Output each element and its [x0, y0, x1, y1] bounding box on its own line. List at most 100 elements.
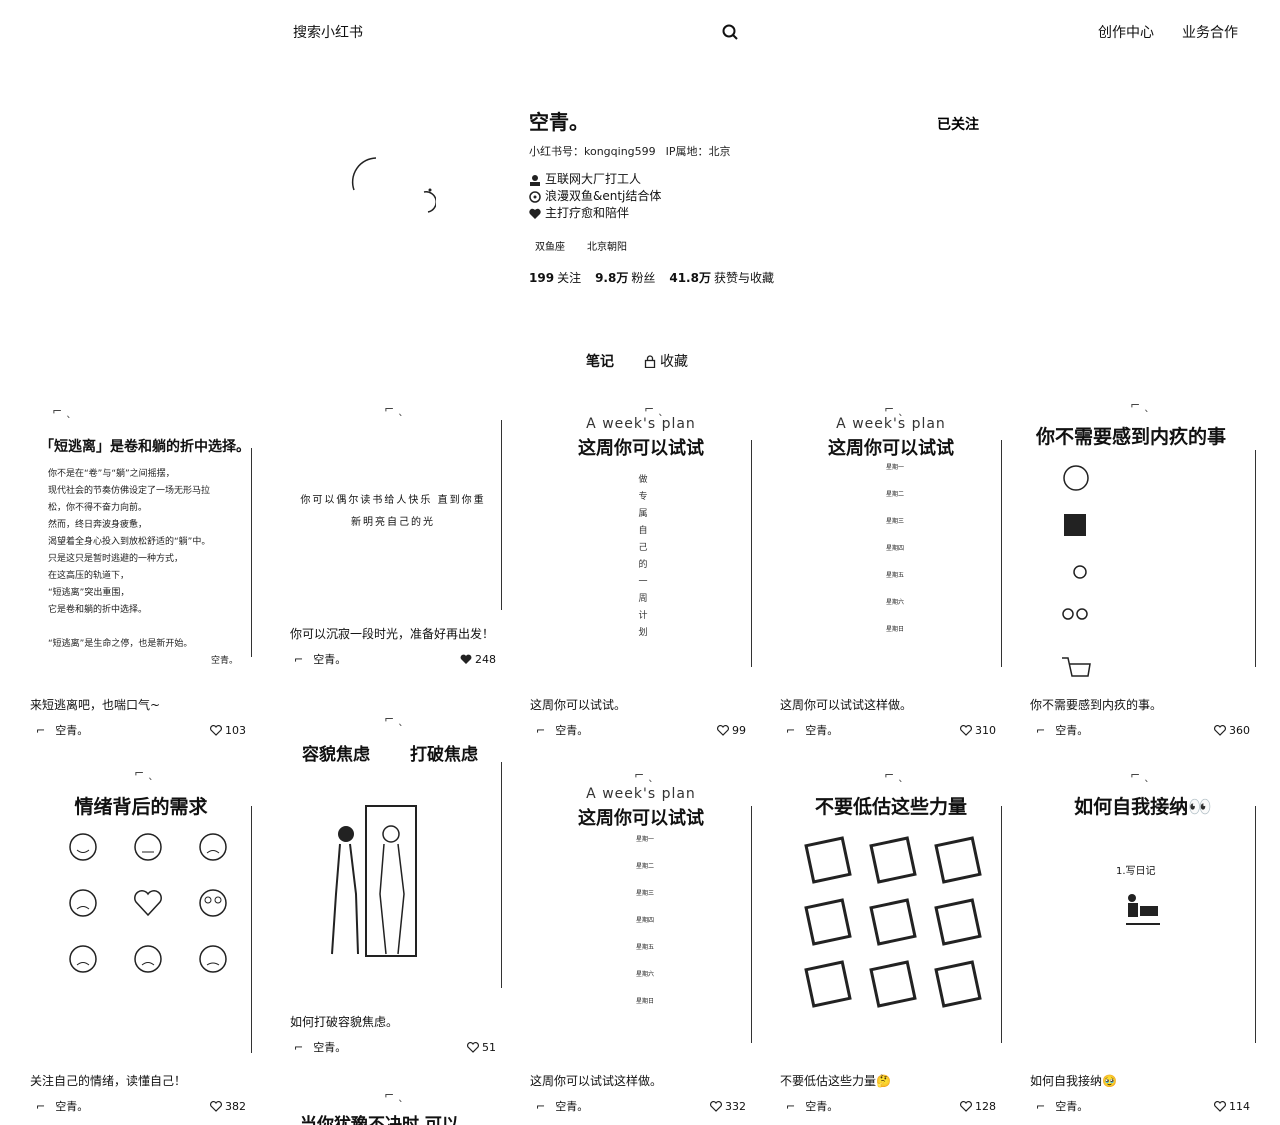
profile-id: 小红书号：kongqing599: [529, 145, 656, 158]
note-card[interactable]: ⌐ ˎ 容貌焦虑 打破焦虑 如何打破容貌焦虑。 ⌐ 空青。 51: [280, 712, 502, 1055]
note-title[interactable]: 这周你可以试试这样做。: [780, 697, 1002, 714]
note-cover[interactable]: ⌐ ˎ 你可以偶尔读书给人快乐 直到你重新明亮自己的光: [280, 400, 502, 620]
cover-day: 星期五: [635, 944, 654, 951]
note-cover[interactable]: ⌐ ˎ 你不需要感到内疚的事: [1030, 400, 1256, 687]
tab-collections[interactable]: 收藏: [644, 351, 688, 371]
note-title[interactable]: 这周你可以试试。: [530, 697, 752, 714]
author[interactable]: ⌐ 空青。: [294, 651, 346, 667]
note-meta: ⌐ 空青。 51: [280, 1039, 502, 1055]
cube-icon: [869, 836, 917, 884]
note-meta: ⌐ 空青。 332: [530, 1098, 752, 1114]
note-title[interactable]: 你可以沉寂一段时光，准备好再出发！: [290, 626, 502, 643]
stat-likes[interactable]: 41.8万 获赞与收藏: [669, 269, 774, 286]
note-cover[interactable]: ⌐ ˎ A week's plan 这周你可以试试 做 专 属 自 己 的 一 …: [530, 400, 752, 687]
author[interactable]: ⌐ 空青。: [36, 1098, 88, 1114]
note-card[interactable]: ⌐ ˎ 「短逃离」是卷和躺的折中选择。 你不是在“卷”与“躺”之间摇摆， 现代社会…: [30, 400, 252, 738]
like-button[interactable]: 360: [1214, 724, 1250, 737]
note-card[interactable]: ⌐ ˎ 你不需要感到内疚的事 你不需要感到内疚的事。 ⌐ 空青。 360: [1030, 400, 1256, 738]
cube-icon: [804, 898, 853, 946]
note-cover[interactable]: ⌐ ˎ 不要低估这些力量: [780, 766, 1002, 1063]
note-title[interactable]: 如何打破容貌焦虑。: [290, 1014, 502, 1031]
author[interactable]: ⌐ 空青。: [36, 722, 88, 738]
note-cover[interactable]: ⌐ ˎ A week's plan 这周你可以试试 星期一 星期二 星期三 星期四 星期…: [780, 400, 1002, 687]
author[interactable]: ⌐ 空青。: [1036, 1098, 1088, 1114]
nav-creator-center[interactable]: 创作中心: [1098, 22, 1154, 42]
heart-rate-icon: [134, 890, 162, 917]
follow-button[interactable]: 已关注: [937, 114, 979, 134]
cover-day: 星期四: [885, 545, 904, 552]
heart-icon: [1214, 1100, 1226, 1112]
search-input[interactable]: 搜索小红书: [293, 22, 363, 42]
loading-icon: ⌐ ˎ: [384, 1088, 404, 1102]
like-button[interactable]: 248: [460, 653, 496, 666]
note-title[interactable]: 如何自我接纳🥹: [1030, 1073, 1256, 1090]
profile-tabs: 笔记 收藏: [586, 351, 688, 371]
note-card[interactable]: ⌐ ˎ 情绪背后的需求 关注自己的情绪，读懂自己！ ⌐ 空青。 382: [30, 766, 252, 1114]
cover-day: 星期三: [635, 890, 654, 897]
note-title[interactable]: 不要低估这些力量🤔: [780, 1073, 1002, 1090]
profile-ids: 小红书号：kongqing599 IP属地：北京: [529, 143, 989, 159]
like-button[interactable]: 332: [710, 1100, 746, 1113]
author[interactable]: ⌐ 空青。: [786, 722, 838, 738]
note-title[interactable]: 关注自己的情绪，读懂自己！: [30, 1073, 252, 1090]
face-icon: [134, 833, 162, 861]
note-card[interactable]: ⌐ ˎ A week's plan 这周你可以试试 星期一 星期二 星期三 星期四 星期…: [530, 766, 752, 1114]
cover-line: 在这高压的轨道下，: [48, 571, 130, 581]
tag-location: 北京朝阳: [587, 242, 627, 253]
search-icon[interactable]: [721, 23, 739, 41]
face-icon: [68, 889, 97, 917]
note-card[interactable]: ⌐ ˎ A week's plan 这周你可以试试 做 专 属 自 己 的 一 …: [530, 400, 752, 738]
note-cover[interactable]: ⌐ ˎ 情绪背后的需求: [30, 766, 252, 1063]
like-button[interactable]: 114: [1214, 1100, 1250, 1113]
bio-line: 互联网大厂打工人: [529, 171, 989, 188]
author[interactable]: ⌐ 空青。: [1036, 722, 1088, 738]
like-button[interactable]: 99: [717, 724, 746, 737]
cover-day: 星期三: [885, 518, 904, 525]
avatar: [351, 157, 436, 213]
note-cover[interactable]: ⌐ ˎ A week's plan 这周你可以试试 星期一 星期二 星期三 星期四 星期…: [530, 766, 752, 1063]
note-card[interactable]: ⌐ ˎ A week's plan 这周你可以试试 星期一 星期二 星期三 星期四 星期…: [780, 400, 1002, 738]
like-button[interactable]: 103: [210, 724, 246, 737]
cover-heading: 如何自我接纳👀: [1074, 796, 1212, 818]
note-cover[interactable]: ⌐ ˎ 「短逃离」是卷和躺的折中选择。 你不是在“卷”与“躺”之间摇摆， 现代社会…: [30, 400, 252, 687]
cover-step: 1.写日记: [1116, 866, 1156, 877]
note-card[interactable]: ⌐ ˎ 如何自我接纳👀 1.写日记 如何自我接纳🥹 ⌐ 空青。 114: [1030, 766, 1256, 1114]
note-card-partial[interactable]: ⌐ ˎ 当你犹豫不决时 可以: [280, 1088, 502, 1125]
cover-heading: 这周你可以试试: [828, 438, 954, 459]
cover-day: 星期六: [635, 971, 654, 978]
loading-icon: ⌐ ˎ: [52, 404, 72, 418]
note-cover[interactable]: ⌐ ˎ 容貌焦虑 打破焦虑: [280, 712, 502, 1008]
profile-stats: 199 关注 9.8万 粉丝 41.8万 获赞与收藏: [529, 269, 989, 286]
nav-business[interactable]: 业务合作: [1182, 22, 1238, 42]
like-button[interactable]: 51: [467, 1041, 496, 1054]
emotion-faces: [50, 832, 246, 974]
tab-notes[interactable]: 笔记: [586, 351, 614, 371]
person-icon: [530, 174, 540, 186]
cover-line: 你不是在“卷”与“躺”之间摇摆，: [48, 469, 175, 479]
note-card[interactable]: ⌐ ˎ 你可以偶尔读书给人快乐 直到你重新明亮自己的光 你可以沉寂一段时光，准备…: [280, 400, 502, 667]
note-meta: ⌐ 空青。 103: [30, 722, 252, 738]
stat-followers[interactable]: 9.8万 粉丝: [595, 269, 655, 286]
note-cover[interactable]: ⌐ ˎ 如何自我接纳👀 1.写日记: [1030, 766, 1256, 1063]
like-button[interactable]: 310: [960, 724, 996, 737]
like-button[interactable]: 382: [210, 1100, 246, 1113]
author[interactable]: ⌐ 空青。: [536, 722, 588, 738]
profile-info: 空青。 已关注 小红书号：kongqing599 IP属地：北京 互联网大厂打工…: [529, 106, 989, 286]
note-card[interactable]: ⌐ ˎ 不要低估这些力量 不要低估这些力量🤔 ⌐ 空青。 128: [780, 766, 1002, 1114]
cover-heading: 你不需要感到内疚的事: [1036, 426, 1227, 448]
author[interactable]: ⌐ 空青。: [536, 1098, 588, 1114]
face-icon: [68, 833, 97, 861]
cube-icon: [933, 836, 982, 884]
stat-following[interactable]: 199 关注: [529, 269, 581, 286]
note-title[interactable]: 这周你可以试试这样做。: [530, 1073, 752, 1090]
cube-icon: [933, 960, 982, 1008]
like-button[interactable]: 128: [960, 1100, 996, 1113]
note-meta: ⌐ 空青。 99: [530, 722, 752, 738]
note-title[interactable]: 你不需要感到内疚的事。: [1030, 697, 1256, 714]
cover-line: 现代社会的节奏仿佛设定了一场无形马拉: [48, 486, 211, 496]
cover-heading: 这周你可以试试: [578, 438, 704, 459]
writing-person-icon: [1126, 894, 1160, 925]
note-title[interactable]: 来短逃离吧，也喘口气~: [30, 697, 252, 714]
author[interactable]: ⌐ 空青。: [786, 1098, 838, 1114]
author[interactable]: ⌐ 空青。: [294, 1039, 346, 1055]
